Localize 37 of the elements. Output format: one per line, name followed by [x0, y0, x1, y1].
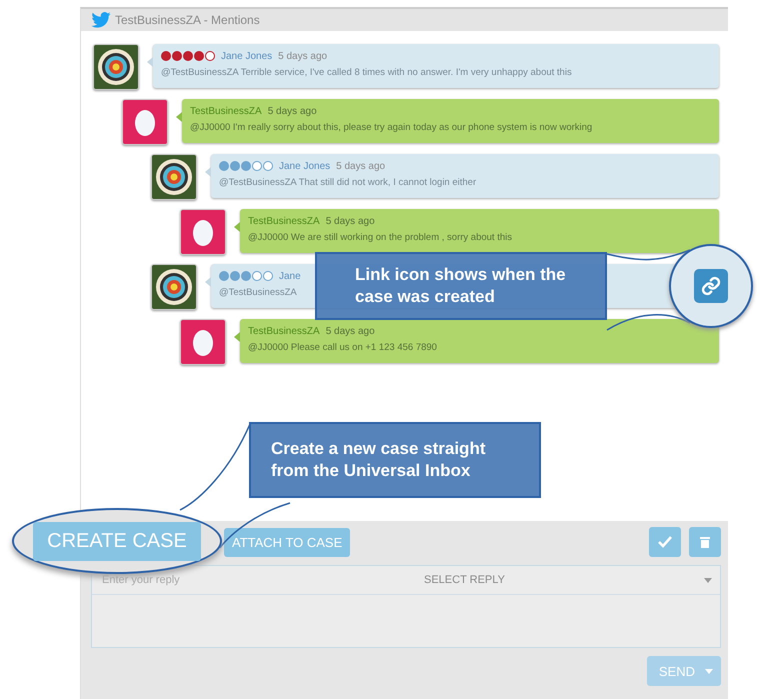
attach-to-case-button[interactable]: ATTACH TO CASE	[224, 528, 350, 556]
message-time: 5 days ago	[336, 160, 386, 172]
check-button[interactable]	[649, 527, 681, 557]
message-text: @JJ0000 I'm really sorry about this, please try again today as our phone system is now working	[190, 122, 592, 133]
egg-avatar-icon	[134, 107, 156, 137]
delete-button[interactable]	[689, 527, 721, 557]
reply-input[interactable]: Enter your reply	[100, 573, 284, 587]
panel-title: TestBusinessZA - Mentions	[115, 13, 260, 27]
bird-icon	[91, 12, 111, 28]
message-time: 5 days ago	[268, 106, 317, 116]
send-button[interactable]: SEND	[646, 656, 721, 686]
link-button[interactable]	[694, 269, 728, 303]
caret-down-icon	[704, 578, 712, 582]
create-case-button[interactable]: CREATE CASE	[33, 522, 201, 560]
message-time: 5 days ago	[326, 216, 375, 226]
author-name[interactable]: Jane Jones	[221, 50, 272, 62]
link-icon	[701, 276, 721, 296]
message-text: @TestBusinessZA That still did not work, I cannot login either	[219, 177, 476, 188]
message-text: @TestBusinessZA Terrible service, I've called 8 times with no answer. I'm very unhappy about this	[161, 67, 572, 78]
caret-down-icon	[705, 668, 713, 674]
trash-icon	[700, 536, 710, 548]
author-name[interactable]: TestBusinessZA	[248, 326, 320, 336]
callout-box: Create a new case straight from the Universal Inbox	[249, 422, 541, 498]
message-text: @TestBusinessZA	[219, 287, 297, 298]
author-name[interactable]: TestBusinessZA	[190, 106, 262, 116]
select-reply-dropdown[interactable]: SELECT REPLY	[284, 574, 712, 586]
egg-avatar-icon	[192, 217, 214, 247]
message-text: @JJ0000 Please call us on +1 123 456 7890	[248, 342, 437, 353]
author-name[interactable]: Jane Jones	[279, 160, 330, 172]
message-time: 5 days ago	[278, 50, 328, 62]
message-text: @JJ0000 We are still working on the problem , sorry about this	[248, 232, 512, 243]
callout-box: Link icon shows when the case was created	[315, 252, 607, 320]
egg-avatar-icon	[192, 327, 214, 357]
check-icon	[658, 536, 672, 548]
message-time: 5 days ago	[326, 326, 375, 336]
author-name[interactable]: Jane	[279, 270, 301, 282]
author-name[interactable]: TestBusinessZA	[248, 216, 320, 226]
